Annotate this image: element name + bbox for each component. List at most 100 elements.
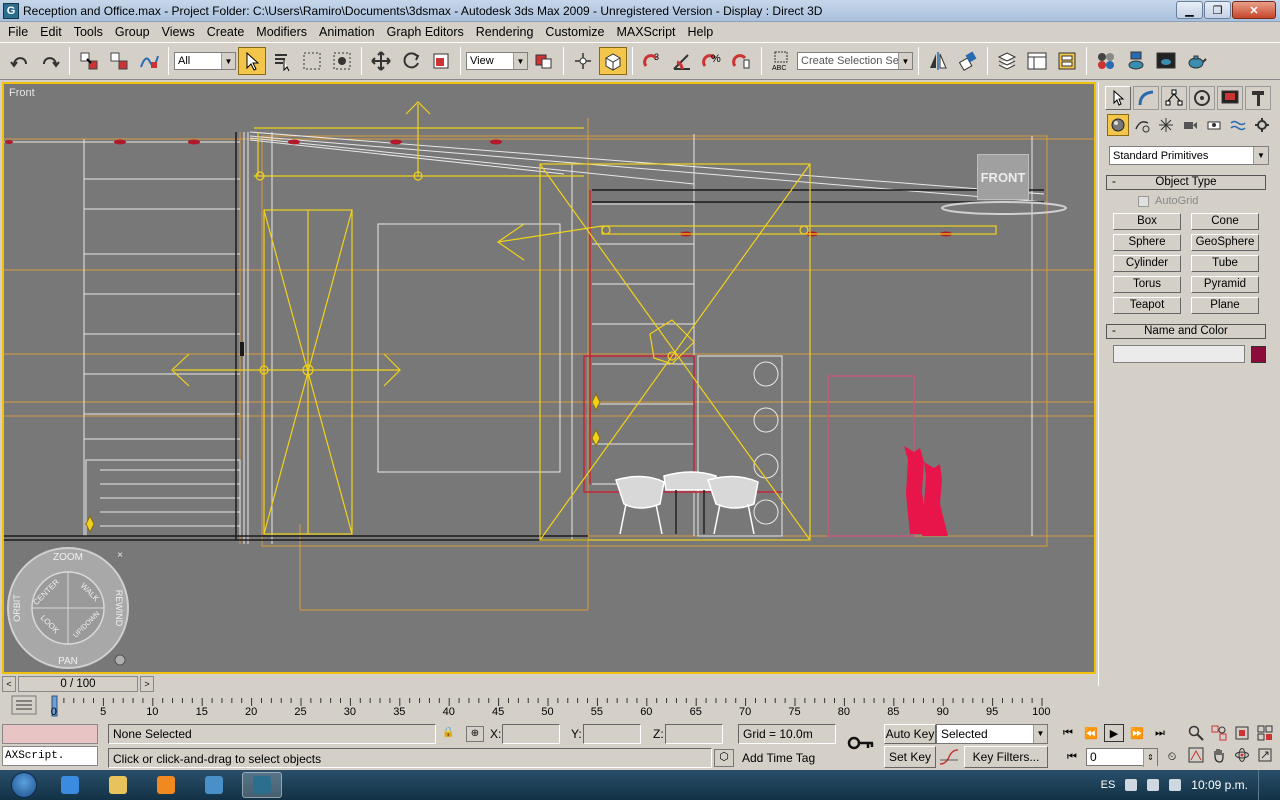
set-key-button[interactable]: Set Key — [884, 746, 936, 768]
hierarchy-tab[interactable] — [1161, 86, 1187, 110]
steering-wheel[interactable]: ZOOM PAN ORBIT REWIND CENTER WALK LOOK U… — [6, 546, 130, 670]
go-to-end-button[interactable]: ⏭ — [1150, 724, 1170, 742]
flag-icon[interactable] — [1125, 779, 1138, 791]
layer-manager-button[interactable] — [993, 47, 1021, 75]
sphere-button[interactable]: Sphere — [1113, 234, 1181, 251]
menu-file[interactable]: File — [2, 22, 34, 42]
select-and-link-button[interactable] — [75, 47, 103, 75]
field-of-view-button[interactable] — [1186, 746, 1206, 764]
zoom-button[interactable] — [1186, 724, 1206, 742]
primitive-category-dropdown[interactable]: Standard Primitives ▼ — [1109, 146, 1269, 165]
menu-graph-editors[interactable]: Graph Editors — [381, 22, 470, 42]
y-coordinate-input[interactable] — [583, 724, 641, 744]
geosphere-button[interactable]: GeoSphere — [1191, 234, 1259, 251]
menu-create[interactable]: Create — [201, 22, 251, 42]
taskbar-media-player[interactable] — [146, 772, 186, 798]
menu-group[interactable]: Group — [109, 22, 156, 42]
volume-icon[interactable] — [1169, 779, 1182, 791]
tube-button[interactable]: Tube — [1191, 255, 1259, 272]
torus-button[interactable]: Torus — [1113, 276, 1181, 293]
next-frame-button[interactable]: ⏩ — [1127, 724, 1147, 742]
absolute-mode-toggle[interactable]: ⊕ — [466, 726, 484, 742]
edit-named-selection-button[interactable]: ABC — [767, 47, 795, 75]
key-filters-button[interactable]: Key Filters... — [964, 746, 1048, 768]
shapes-tab[interactable] — [1131, 114, 1153, 136]
steering-pan[interactable]: PAN — [58, 656, 78, 667]
zoom-extents-button[interactable] — [1232, 724, 1252, 742]
play-button[interactable]: ▶ — [1104, 724, 1124, 742]
menu-views[interactable]: Views — [156, 22, 201, 42]
quick-render-button[interactable] — [1182, 47, 1210, 75]
key-mode-toggle[interactable]: ⏮ — [1062, 748, 1082, 766]
time-slider-prev-button[interactable]: < — [2, 676, 16, 692]
zoom-all-button[interactable] — [1209, 724, 1229, 742]
previous-frame-button[interactable]: ⏪ — [1081, 724, 1101, 742]
spinner-snap-toggle-button[interactable] — [728, 47, 756, 75]
cameras-tab[interactable] — [1179, 114, 1201, 136]
maxscript-listener-mini[interactable] — [2, 724, 98, 744]
box-button[interactable]: Box — [1113, 213, 1181, 230]
steering-orbit[interactable]: ORBIT — [12, 594, 22, 622]
select-by-name-button[interactable] — [268, 47, 296, 75]
taskbar-3dsmax[interactable] — [242, 772, 282, 798]
rectangular-selection-button[interactable] — [298, 47, 326, 75]
pivot-center-button[interactable] — [530, 47, 558, 75]
steering-rewind[interactable]: REWIND — [114, 590, 124, 627]
teapot-button[interactable]: Teapot — [1113, 297, 1181, 314]
selection-lock-icon[interactable]: 🔒 — [442, 727, 454, 738]
menu-rendering[interactable]: Rendering — [470, 22, 540, 42]
taskbar-internet-explorer[interactable] — [50, 772, 90, 798]
set-keys-key-icon[interactable] — [846, 732, 876, 754]
unlink-selection-button[interactable] — [105, 47, 133, 75]
cone-button[interactable]: Cone — [1191, 213, 1259, 230]
object-type-header[interactable]: - Object Type — [1106, 175, 1266, 190]
space-warps-tab[interactable] — [1227, 114, 1249, 136]
reference-coordinate-dropdown[interactable]: View ▼ — [466, 52, 528, 70]
mirror-button[interactable] — [924, 47, 952, 75]
maximize-button[interactable]: ❐ — [1204, 1, 1231, 19]
key-tangent-icon[interactable] — [938, 748, 960, 766]
name-and-color-header[interactable]: - Name and Color — [1106, 324, 1266, 339]
time-configuration-button[interactable]: ⏲ — [1162, 748, 1182, 766]
curve-editor-button[interactable] — [1023, 47, 1051, 75]
show-desktop-button[interactable] — [1258, 770, 1270, 800]
render-setup-button[interactable] — [1122, 47, 1150, 75]
utilities-tab[interactable] — [1245, 86, 1271, 110]
time-slider-next-button[interactable]: > — [140, 676, 154, 692]
select-object-button[interactable] — [238, 47, 266, 75]
close-button[interactable]: ✕ — [1232, 1, 1276, 19]
select-and-scale-button[interactable] — [427, 47, 455, 75]
taskbar-file-explorer[interactable] — [98, 772, 138, 798]
add-time-tag-button[interactable]: Add Time Tag — [738, 748, 836, 768]
steering-menu-icon[interactable] — [114, 654, 126, 666]
app-icon[interactable]: G — [3, 2, 19, 19]
front-viewport[interactable]: Front FRONT ZOOM PAN ORBIT REWIND CENTER… — [2, 82, 1096, 674]
named-selection-set-dropdown[interactable]: Create Selection Set ▼ — [797, 52, 913, 70]
object-name-input[interactable] — [1113, 345, 1245, 363]
select-and-rotate-button[interactable] — [397, 47, 425, 75]
schematic-view-button[interactable] — [1053, 47, 1081, 75]
geometry-tab[interactable] — [1107, 114, 1129, 136]
time-tag-icon[interactable]: ⬡ — [714, 749, 734, 767]
cylinder-button[interactable]: Cylinder — [1113, 255, 1181, 272]
pan-button[interactable] — [1209, 746, 1229, 764]
undo-button[interactable] — [6, 47, 34, 75]
steering-close-icon[interactable]: × — [117, 550, 123, 561]
menu-help[interactable]: Help — [682, 22, 720, 42]
display-tab[interactable] — [1217, 86, 1243, 110]
motion-tab[interactable] — [1189, 86, 1215, 110]
window-crossing-button[interactable] — [328, 47, 356, 75]
bind-space-warp-button[interactable] — [135, 47, 163, 75]
menu-customize[interactable]: Customize — [539, 22, 610, 42]
zoom-extents-all-button[interactable] — [1255, 724, 1275, 742]
angle-snap-toggle-button[interactable] — [668, 47, 696, 75]
current-frame-input[interactable]: 0 ⇕ — [1086, 748, 1158, 767]
percent-snap-toggle-button[interactable]: % — [698, 47, 726, 75]
redo-button[interactable] — [36, 47, 64, 75]
create-tab[interactable] — [1105, 86, 1131, 110]
object-color-swatch[interactable] — [1251, 345, 1266, 363]
select-and-move-button[interactable] — [367, 47, 395, 75]
key-mode-dropdown[interactable]: Selected ▼ — [936, 724, 1048, 744]
select-and-manipulate-button[interactable] — [569, 47, 597, 75]
keyboard-shortcut-override-button[interactable] — [599, 47, 627, 75]
